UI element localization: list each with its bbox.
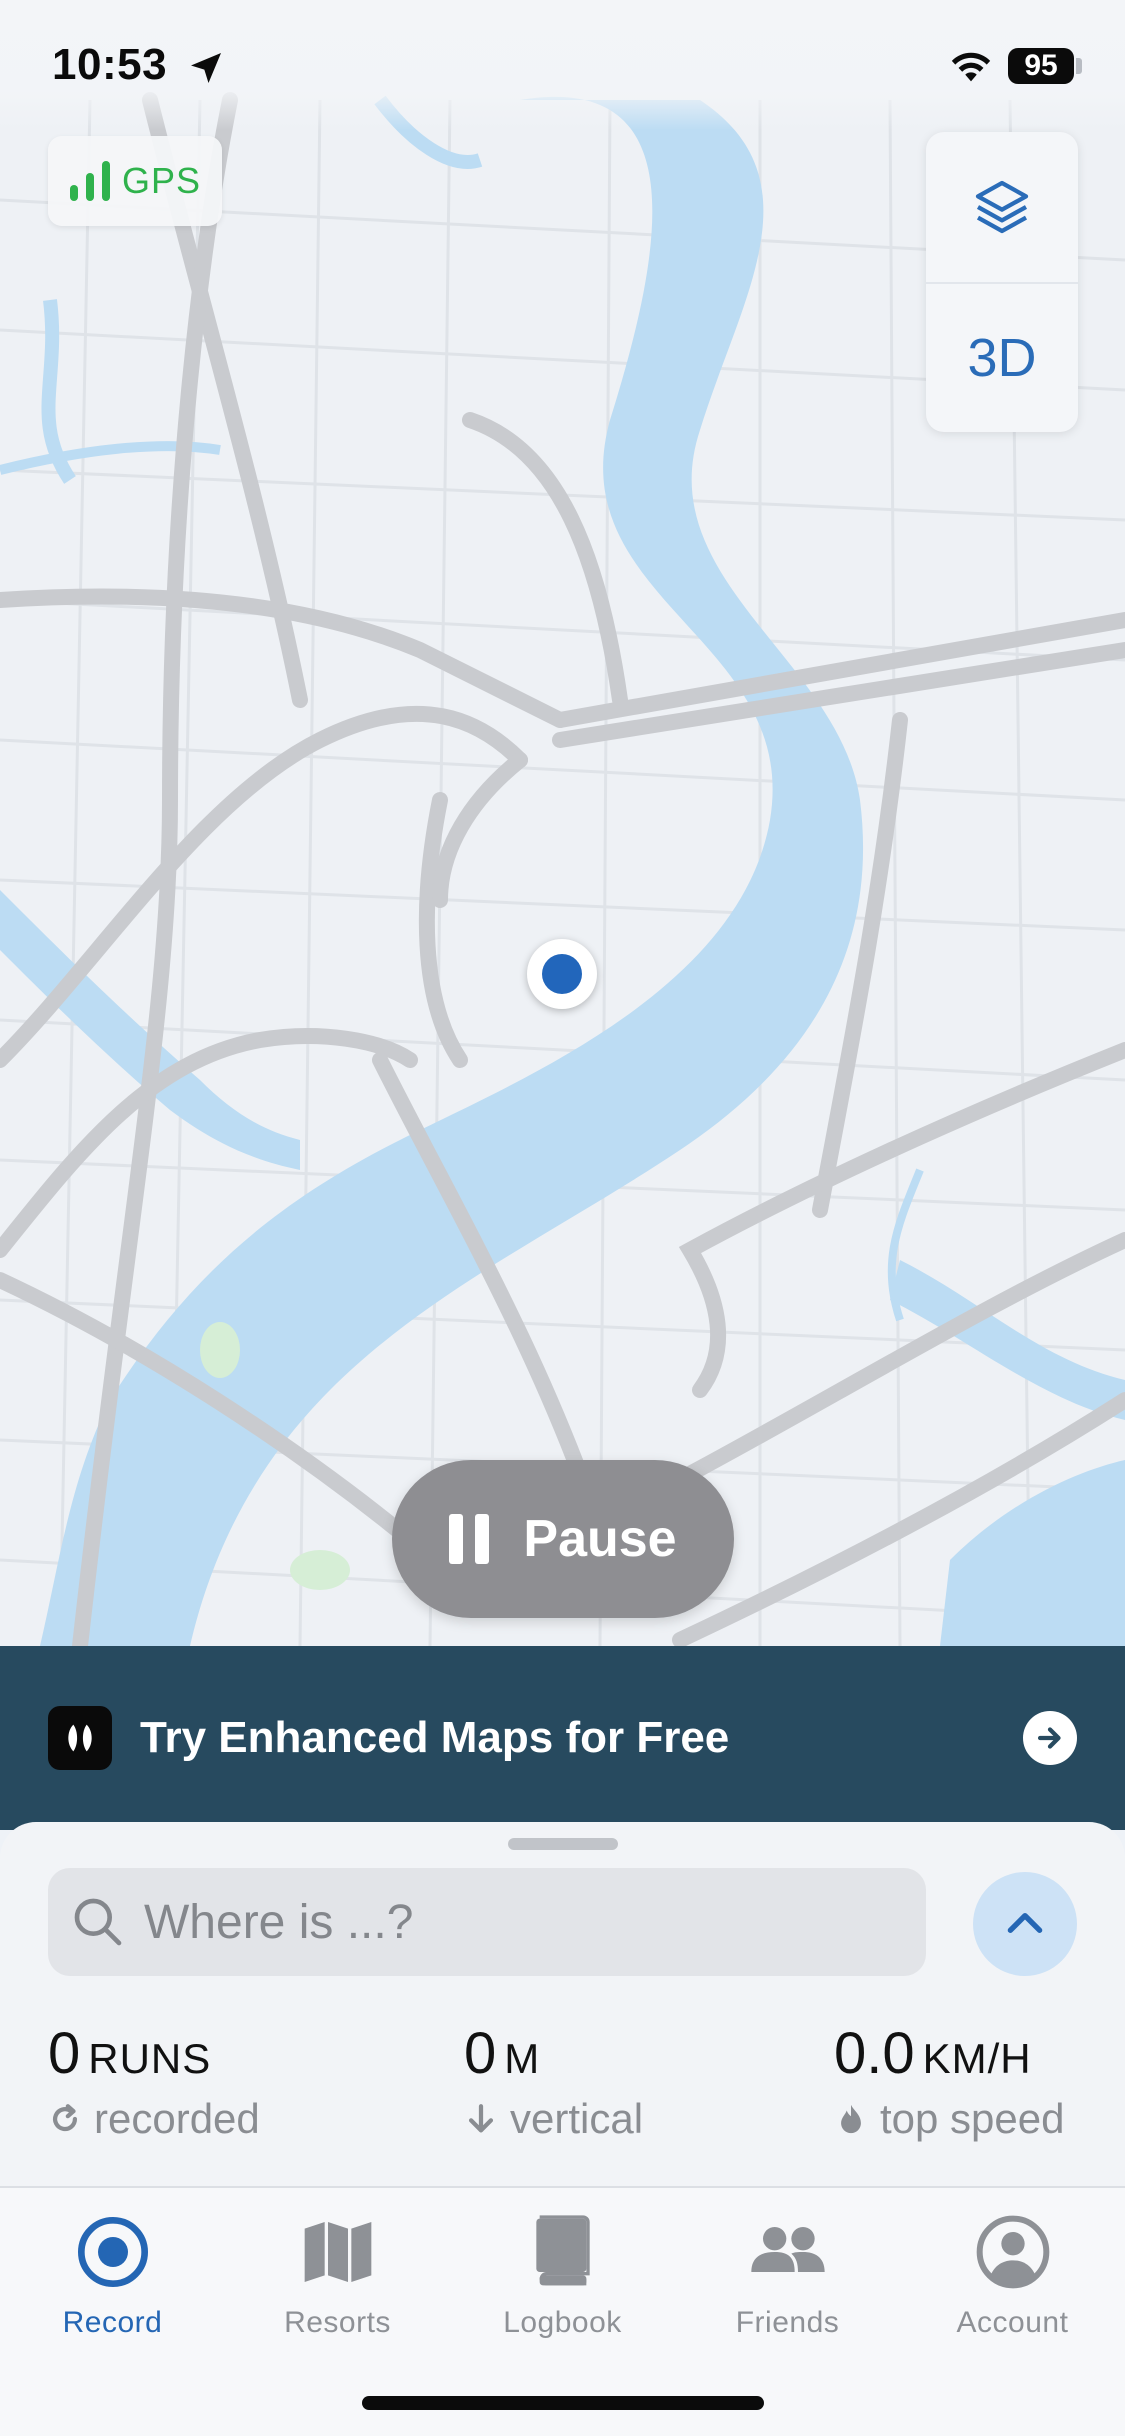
3d-toggle-button[interactable]: 3D <box>926 282 1078 432</box>
battery-indicator: 95 <box>1008 48 1074 84</box>
battery-cap <box>1076 58 1082 74</box>
search-icon <box>74 1898 122 1946</box>
app-logo-icon <box>48 1706 112 1770</box>
tab-resorts-label: Resorts <box>284 2306 391 2339</box>
banner-text: Try Enhanced Maps for Free <box>140 1713 730 1762</box>
tab-record[interactable]: Record <box>0 2212 225 2340</box>
runs-value: 0 <box>48 2021 81 2086</box>
session-stats: 0 RUNS recorded 0M vertical 0.0 KM/H top… <box>48 2020 1078 2160</box>
speed-unit: KM/H <box>922 2035 1032 2082</box>
arrow-down-icon <box>468 2104 494 2133</box>
account-icon <box>976 2215 1049 2289</box>
expand-sheet-button[interactable] <box>973 1872 1077 1976</box>
gps-label: GPS <box>122 160 202 201</box>
bottom-sheet: 0RUNS recorded 0M vertical <box>0 1822 1125 2187</box>
status-bar: 10:53 95 <box>0 0 1125 130</box>
tab-friends-label: Friends <box>735 2306 840 2339</box>
enhanced-maps-banner[interactable]: Try Enhanced Maps for Free <box>0 1646 1125 1830</box>
status-time: 10:53 <box>52 40 168 89</box>
speed-label: top speed <box>880 2095 1065 2142</box>
vertical-unit: M <box>504 2035 541 2082</box>
pause-icon <box>449 1514 490 1564</box>
arrow-right-circle-icon[interactable] <box>1023 1711 1077 1765</box>
tab-account-label: Account <box>956 2306 1069 2339</box>
current-location-marker <box>527 939 597 1009</box>
search-input[interactable] <box>144 1894 904 1950</box>
home-indicator <box>362 2396 764 2410</box>
search-bar[interactable] <box>48 1868 926 1976</box>
layers-button[interactable] <box>926 132 1078 282</box>
wifi-icon <box>951 52 991 82</box>
vertical-value: 0 <box>464 2021 497 2086</box>
pause-button[interactable]: Pause <box>392 1460 734 1618</box>
stat-speed: 0.0 KM/H top speed <box>834 2020 1065 2143</box>
tab-logbook[interactable]: Logbook <box>450 2212 675 2340</box>
book-icon <box>535 2215 590 2286</box>
flame-icon <box>841 2104 861 2134</box>
stat-vertical: 0M vertical <box>464 2020 643 2143</box>
speed-value: 0.0 <box>834 2021 915 2086</box>
record-icon <box>77 2217 148 2287</box>
tab-resorts[interactable]: Resorts <box>225 2212 450 2340</box>
map-icon <box>304 2222 371 2282</box>
tab-record-label: Record <box>62 2306 163 2339</box>
tab-logbook-label: Logbook <box>503 2306 622 2339</box>
refresh-icon <box>53 2104 78 2132</box>
signal-bars-icon <box>70 161 110 201</box>
pause-label: Pause <box>523 1510 677 1568</box>
location-dot <box>542 954 582 994</box>
sheet-grabber[interactable] <box>508 1838 618 1850</box>
friends-icon <box>750 2227 825 2272</box>
location-arrow-icon <box>191 53 221 83</box>
tab-account[interactable]: Account <box>900 2212 1125 2340</box>
gps-indicator: GPS <box>48 136 222 226</box>
runs-unit: RUNS <box>88 2035 212 2082</box>
layers-icon <box>975 180 1029 234</box>
chevron-up-icon <box>1007 1912 1043 1933</box>
vertical-label: vertical <box>510 2095 644 2142</box>
map-controls: 3D <box>926 132 1078 432</box>
runs-label: recorded <box>94 2095 260 2142</box>
stat-runs: 0 RUNS recorded <box>48 2020 260 2143</box>
tab-friends[interactable]: Friends <box>675 2212 900 2340</box>
